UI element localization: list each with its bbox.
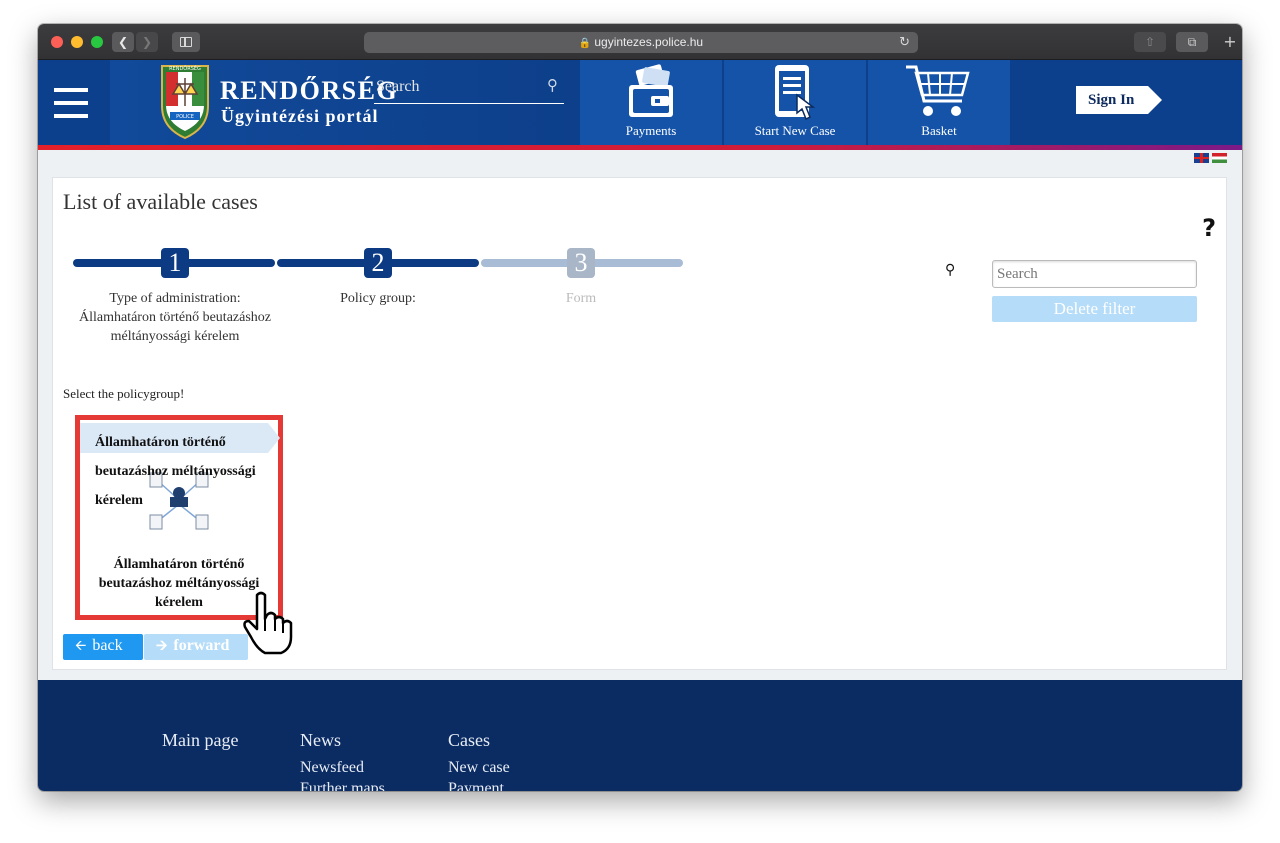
footer-cases-column: Cases New case Payment: [448, 730, 510, 791]
svg-text:RENDŐRSÉG: RENDŐRSÉG: [169, 64, 201, 72]
browser-back-button[interactable]: ❮: [112, 32, 134, 52]
select-hint: Select the policygroup!: [63, 386, 185, 401]
footer-news-heading[interactable]: News: [300, 730, 385, 751]
reload-icon[interactable]: ↻: [899, 32, 910, 53]
step-1-label: Type of administration: Államhatáron tör…: [78, 291, 272, 344]
footer-newsfeed-link[interactable]: Newsfeed: [300, 757, 385, 778]
browser-forward-button[interactable]: ❯: [136, 32, 158, 52]
forward-label: forward: [173, 637, 230, 654]
language-flags: [1194, 153, 1228, 163]
page-title: List of available cases: [63, 189, 258, 214]
step-1-number[interactable]: 1: [161, 248, 189, 278]
hamburger-icon: [54, 88, 88, 118]
policy-group-card[interactable]: Államhatáron történő beutazáshoz méltány…: [75, 415, 283, 620]
search-icon[interactable]: ⚲: [547, 76, 558, 94]
cases-panel: List of available cases ? 1 2 3 Type of …: [52, 177, 1227, 670]
footer-further-maps-link[interactable]: Further maps: [300, 778, 385, 791]
brand-subtitle: Ügyintézési portál: [221, 106, 379, 126]
step-2-number[interactable]: 2: [364, 248, 392, 278]
help-icon[interactable]: ?: [1202, 214, 1216, 242]
police-logo[interactable]: POLICE RENDŐRSÉG: [156, 62, 214, 140]
footer-cases-heading[interactable]: Cases: [448, 730, 510, 751]
arrow-right-icon: 🡪: [156, 638, 168, 654]
english-flag-icon[interactable]: [1194, 153, 1209, 163]
footer-new-case-link[interactable]: New case: [448, 757, 510, 778]
start-new-case-tile[interactable]: Start New Case: [724, 60, 866, 145]
back-label: back: [92, 637, 123, 654]
basket-label: Basket: [921, 123, 957, 138]
step-2-label: Policy group:: [340, 291, 416, 306]
pointer-hand-icon: [243, 591, 293, 655]
menu-button[interactable]: [38, 60, 110, 145]
mobile-tap-icon: [775, 65, 816, 121]
footer-main-page-link[interactable]: Main page: [162, 730, 238, 751]
site-header: POLICE RENDŐRSÉG RENDŐRSÉG Ügyintézési p…: [38, 60, 1242, 145]
url-text: ugyintezes.police.hu: [594, 35, 704, 49]
basket-tile[interactable]: Basket: [868, 60, 1010, 145]
brand-title: RENDŐRSÉG: [220, 76, 399, 105]
forward-button[interactable]: 🡪 forward: [144, 634, 248, 660]
filter-search-icon: ⚲: [945, 262, 956, 278]
share-icon[interactable]: ⇧: [1134, 32, 1166, 52]
header-search: ⚲: [374, 74, 564, 104]
new-tab-icon[interactable]: +: [1218, 32, 1242, 52]
step-3-label: Form: [565, 291, 597, 306]
hungarian-flag-icon[interactable]: [1212, 153, 1227, 163]
browser-window: ❮ ❯ 🔒 ugyintezes.police.hu ↻ ⇧ ⧉ + POLICE…: [38, 24, 1242, 791]
footer-payment-link[interactable]: Payment: [448, 778, 510, 791]
filter-search-input[interactable]: [992, 260, 1197, 288]
svg-text:POLICE: POLICE: [176, 114, 194, 120]
show-tabs-icon[interactable]: ⧉: [1176, 32, 1208, 52]
address-bar[interactable]: 🔒 ugyintezes.police.hu ↻: [364, 32, 918, 53]
arrow-left-icon: 🡨: [75, 638, 87, 654]
header-stripe: [38, 145, 1242, 150]
footer-news-column: News Newsfeed Further maps: [300, 730, 385, 791]
back-button[interactable]: 🡨 back: [63, 634, 143, 660]
zoom-window-button[interactable]: [91, 36, 103, 48]
card-title: Államhatáron történő beutazáshoz méltány…: [95, 435, 256, 508]
footer-main-column: Main page: [162, 730, 238, 757]
step-3-number: 3: [567, 248, 595, 278]
payments-label: Payments: [625, 123, 677, 138]
header-search-input[interactable]: [374, 74, 534, 100]
wallet-icon: [629, 64, 673, 117]
sign-in-button[interactable]: Sign In: [1076, 86, 1163, 114]
close-window-button[interactable]: [51, 36, 63, 48]
delete-filter-button[interactable]: Delete filter: [992, 296, 1197, 322]
browser-titlebar: ❮ ❯ 🔒 ugyintezes.police.hu ↻ ⇧ ⧉ +: [38, 24, 1242, 60]
minimize-window-button[interactable]: [71, 36, 83, 48]
lock-icon: 🔒: [578, 38, 592, 49]
site-footer: Main page News Newsfeed Further maps Cas…: [38, 680, 1242, 791]
sidebar-toggle-icon[interactable]: [172, 32, 200, 52]
payments-tile[interactable]: Payments: [580, 60, 722, 145]
basket-icon: [906, 65, 970, 116]
start-new-case-label: Start New Case: [754, 123, 836, 138]
